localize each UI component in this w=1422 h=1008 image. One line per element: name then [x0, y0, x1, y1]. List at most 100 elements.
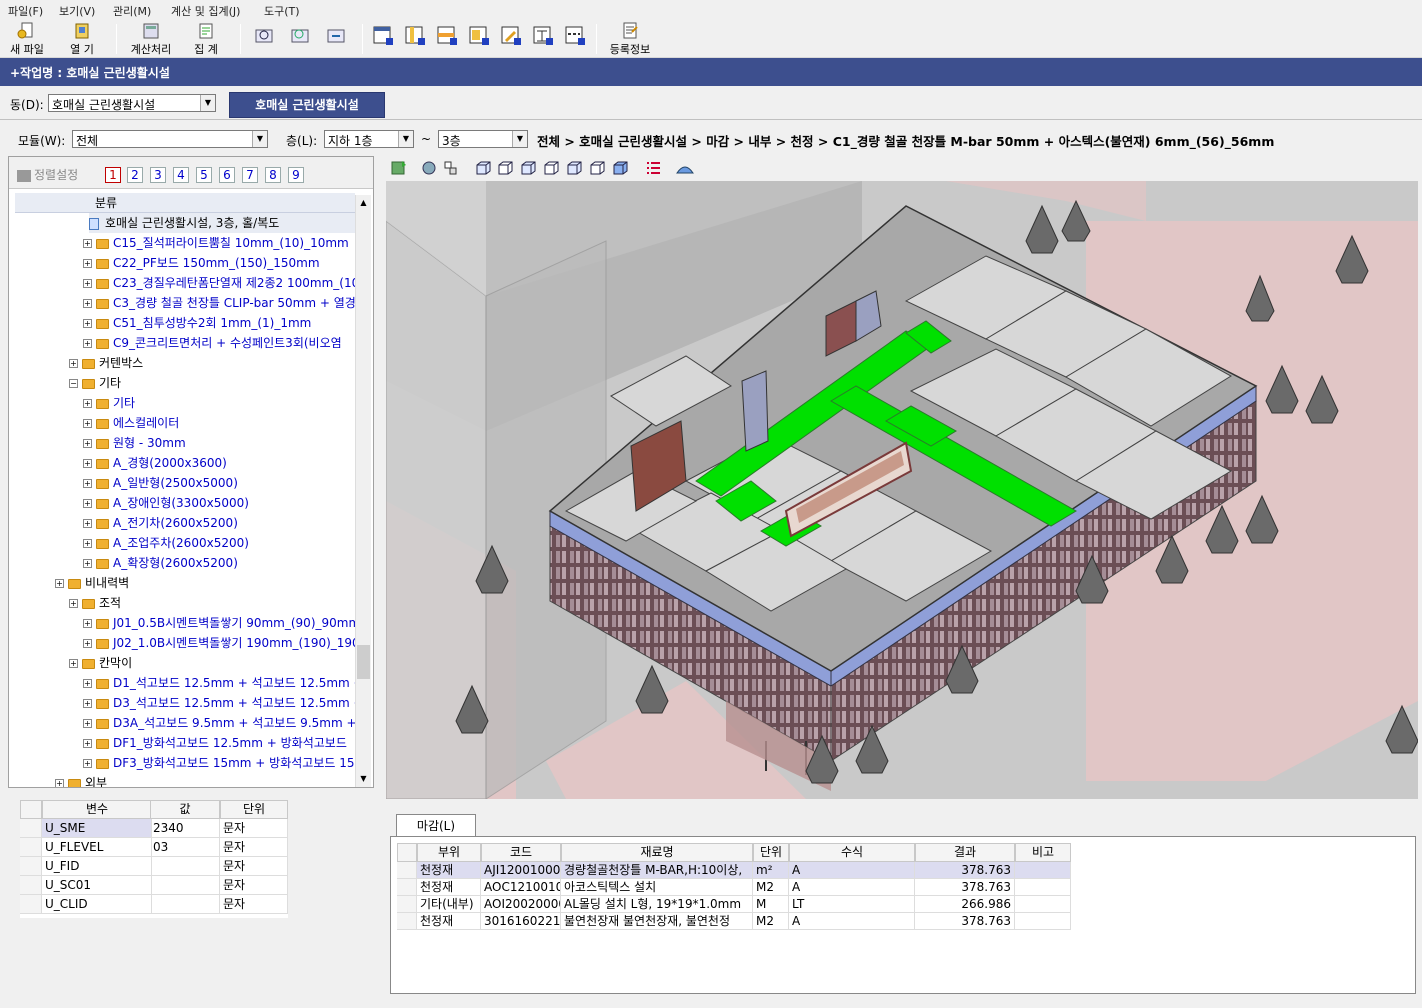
variables-header[interactable]: 변수: [42, 800, 152, 819]
expand-icon[interactable]: +: [83, 699, 92, 708]
layer-view-icon[interactable]: [442, 159, 460, 177]
collapse-icon[interactable]: −: [69, 379, 78, 388]
cube-right-icon[interactable]: [542, 160, 560, 176]
finish-header[interactable]: 코드: [481, 843, 561, 862]
tree-item[interactable]: + C9_콘크리트면처리 + 수성페인트3회(비오염: [83, 333, 342, 353]
finish-cell[interactable]: 아코스틱텍스 설치: [561, 879, 753, 896]
table-d-icon[interactable]: [468, 24, 490, 46]
menu-file[interactable]: 파일(F): [8, 3, 43, 19]
finish-cell[interactable]: AOC12100100: [481, 879, 561, 896]
variables-cell[interactable]: 문자: [220, 838, 288, 857]
finish-cell[interactable]: [1015, 896, 1071, 913]
row-selector[interactable]: [397, 862, 417, 879]
finish-cell[interactable]: [1015, 862, 1071, 879]
finish-cell[interactable]: 378.763: [915, 913, 1015, 930]
row-selector[interactable]: [397, 913, 417, 930]
refresh-view-icon[interactable]: [390, 159, 408, 177]
cube-back-icon[interactable]: [496, 160, 514, 176]
finish-cell[interactable]: AL몰딩 설치 L형, 19*19*1.0mm: [561, 896, 753, 913]
chevron-down-icon[interactable]: ▼: [252, 131, 267, 147]
sort-level-7[interactable]: 7: [242, 167, 258, 183]
expand-icon[interactable]: +: [69, 359, 78, 368]
finish-header[interactable]: 결과: [915, 843, 1015, 862]
finish-cell[interactable]: M2: [753, 913, 789, 930]
sort-level-3[interactable]: 3: [150, 167, 166, 183]
chevron-down-icon[interactable]: ▼: [512, 131, 527, 147]
row-selector[interactable]: [20, 895, 42, 914]
variables-cell[interactable]: U_FID: [42, 857, 152, 876]
menu-tools[interactable]: 도구(T): [264, 3, 300, 19]
row-selector[interactable]: [20, 876, 42, 895]
list-view-icon[interactable]: [644, 160, 662, 176]
finish-cell[interactable]: AJI120010000: [481, 862, 561, 879]
expand-icon[interactable]: +: [83, 299, 92, 308]
building-select[interactable]: 호매실 근린생활시설 ▼: [48, 94, 216, 112]
tree-item[interactable]: + C3_경량 철골 천장틀 CLIP-bar 50mm + 열경: [83, 293, 355, 313]
expand-icon[interactable]: +: [83, 259, 92, 268]
table-c-icon[interactable]: [436, 24, 458, 46]
tree-item[interactable]: + A_경형(2000x3600): [83, 453, 227, 473]
edit-table-icon[interactable]: [500, 24, 522, 46]
finish-header[interactable]: 단위: [753, 843, 789, 862]
tree-item[interactable]: + D3A_석고보드 9.5mm + 석고보드 9.5mm + ;: [83, 713, 355, 733]
variables-cell[interactable]: 03: [150, 838, 220, 857]
finish-cell[interactable]: AOI20020000: [481, 896, 561, 913]
tree-item[interactable]: + J02_1.0B시멘트벽돌쌓기 190mm_(190)_190r: [83, 633, 355, 653]
sort-level-8[interactable]: 8: [265, 167, 281, 183]
open-button[interactable]: 열 기: [62, 22, 102, 57]
tree-item[interactable]: + 외부: [55, 773, 107, 787]
terrain-icon[interactable]: [676, 160, 694, 176]
row-selector[interactable]: [397, 879, 417, 896]
variables-cell[interactable]: 문자: [220, 895, 288, 914]
variables-cell[interactable]: U_SME: [42, 819, 152, 838]
expand-icon[interactable]: +: [83, 519, 92, 528]
expand-icon[interactable]: +: [69, 659, 78, 668]
variables-cell[interactable]: [150, 895, 220, 914]
tree-item[interactable]: − 기타: [69, 373, 121, 393]
expand-icon[interactable]: +: [83, 639, 92, 648]
menu-manage[interactable]: 관리(M): [113, 3, 151, 19]
expand-icon[interactable]: +: [83, 279, 92, 288]
tree-item[interactable]: + J01_0.5B시멘트벽돌쌓기 90mm_(90)_90mm: [83, 613, 355, 633]
calc-button[interactable]: 계산처리: [124, 22, 178, 57]
tree-item[interactable]: + A_전기차(2600x5200): [83, 513, 238, 533]
row-selector[interactable]: [20, 838, 42, 857]
table-f-icon[interactable]: [564, 24, 586, 46]
expand-icon[interactable]: +: [83, 339, 92, 348]
expand-icon[interactable]: +: [83, 239, 92, 248]
variables-cell[interactable]: U_CLID: [42, 895, 152, 914]
expand-icon[interactable]: +: [83, 459, 92, 468]
chevron-down-icon[interactable]: ▼: [200, 95, 215, 111]
tree-item[interactable]: + A_장애인형(3300x5000): [83, 493, 249, 513]
expand-icon[interactable]: +: [83, 479, 92, 488]
finish-cell[interactable]: LT: [789, 896, 915, 913]
tree-item[interactable]: + A_일반형(2500x5000): [83, 473, 238, 493]
finish-cell[interactable]: A: [789, 862, 915, 879]
row-selector[interactable]: [397, 896, 417, 913]
tree-item[interactable]: + 기타: [83, 393, 135, 413]
tree-item[interactable]: + 칸막이: [69, 653, 132, 673]
chevron-down-icon[interactable]: ▼: [398, 131, 413, 147]
sort-level-6[interactable]: 6: [219, 167, 235, 183]
variables-cell[interactable]: U_FLEVEL: [42, 838, 152, 857]
expand-icon[interactable]: +: [83, 739, 92, 748]
new-file-button[interactable]: 새 파일: [6, 22, 48, 57]
variables-cell[interactable]: [150, 876, 220, 895]
variables-cell[interactable]: 문자: [220, 857, 288, 876]
tree-item[interactable]: + C23_경질우레탄폼단열재 제2종2 100mm_(10: [83, 273, 355, 293]
cube-bottom-icon[interactable]: [588, 160, 606, 176]
finish-cell[interactable]: 천정재: [417, 862, 481, 879]
expand-icon[interactable]: +: [83, 439, 92, 448]
finish-cell[interactable]: 경량철골천장틀 M-BAR,H:10이상,: [561, 862, 753, 879]
tree-item[interactable]: + 에스컬레이터: [83, 413, 179, 433]
variables-header[interactable]: 단위: [220, 800, 288, 819]
finish-cell[interactable]: A: [789, 879, 915, 896]
building-model[interactable]: [386, 181, 1418, 799]
finish-header[interactable]: 수식: [789, 843, 915, 862]
finish-cell[interactable]: M: [753, 896, 789, 913]
sort-settings-button[interactable]: 정렬설정: [17, 165, 97, 185]
scroll-up-icon[interactable]: ▲: [356, 195, 371, 211]
table-a-icon[interactable]: [372, 24, 394, 46]
cube-left-icon[interactable]: [519, 160, 537, 176]
tree-item[interactable]: + D1_석고보드 12.5mm + 석고보드 12.5mm +: [83, 673, 355, 693]
